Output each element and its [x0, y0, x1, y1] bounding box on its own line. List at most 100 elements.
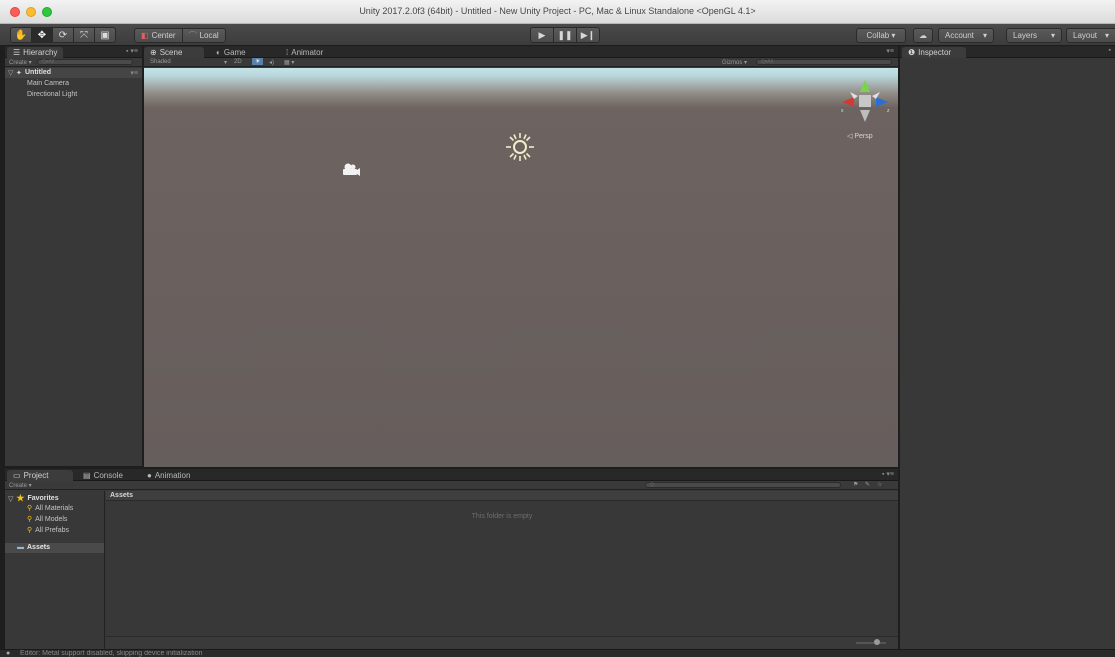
search-icon: ⚲: [27, 527, 33, 534]
assets-breadcrumb: Assets: [106, 491, 898, 501]
scene-root-row[interactable]: ▽ ✦ Untitled ▾≡: [5, 68, 142, 78]
layout-dropdown[interactable]: Layout ▾: [1066, 28, 1115, 43]
animation-icon: ●: [147, 471, 152, 480]
window-title-bar: Unity 2017.2.0f3 (64bit) - Untitled - Ne…: [0, 0, 1115, 24]
scene-menu-icon[interactable]: ▾≡: [130, 69, 138, 77]
pivot-local-button[interactable]: ⌒ Local: [181, 28, 226, 43]
inspector-tab-bar: ❶ Inspector ▪: [900, 46, 1115, 58]
filter-by-label-icon[interactable]: ✎: [865, 481, 870, 488]
rotate-tool-button[interactable]: ⟳: [52, 27, 74, 43]
assets-folder-row[interactable]: ▬ Assets: [5, 543, 104, 553]
pivot-center-label: Center: [151, 31, 176, 40]
chevron-down-icon: ▾: [224, 60, 228, 66]
panel-menu-icon[interactable]: ▪ ▾≡: [126, 47, 138, 55]
scene-toolbar: Shaded ▾ 2D ☀ ◂) ▦ ▾ Gizmos ▾ Q▾All: [144, 58, 898, 67]
tab-hierarchy[interactable]: ☰ Hierarchy: [7, 47, 64, 58]
assets-folder-label: Assets: [27, 544, 50, 551]
account-dropdown[interactable]: Account ▾: [938, 28, 994, 43]
step-icon: ▶❙: [580, 29, 596, 40]
scene-tab-bar: ⊕ Scene ◐ Game ⁞ Animator ▾≡: [144, 46, 898, 58]
favorite-all-materials[interactable]: ⚲ All Materials: [27, 504, 74, 513]
project-folder-tree: ▽ ★ Favorites ⚲ All Materials ⚲ All Mode…: [5, 491, 105, 649]
project-icon: ▭: [13, 471, 21, 480]
assets-folder-item: ▬ Assets: [17, 544, 50, 551]
favorite-all-prefabs[interactable]: ⚲ All Prefabs: [27, 526, 69, 535]
favorite-all-models[interactable]: ⚲ All Models: [27, 515, 67, 524]
hand-tool-button[interactable]: ✋: [10, 27, 32, 43]
layers-dropdown[interactable]: Layers ▾: [1006, 28, 1062, 43]
audio-toggle[interactable]: ◂): [269, 59, 274, 66]
hierarchy-create-button[interactable]: Create ▾: [9, 59, 32, 66]
tab-animator[interactable]: ⁞ Animator: [280, 47, 329, 58]
scene-viewport[interactable]: [144, 68, 898, 467]
hierarchy-panel: ☰ Hierarchy ▪ ▾≡ Create ▾ Q▾All ▽ ✦ Unti…: [5, 46, 142, 466]
lock-icon[interactable]: ▪: [1109, 47, 1111, 54]
unity-logo-icon: ✦: [16, 70, 22, 77]
icon-size-slider[interactable]: [856, 639, 886, 645]
hierarchy-item-main-camera[interactable]: Main Camera: [27, 80, 69, 87]
project-search-input[interactable]: Q: [645, 482, 841, 488]
favorites-header[interactable]: ▽ ★ Favorites: [8, 493, 59, 504]
window-title: Unity 2017.2.0f3 (64bit) - Untitled - Ne…: [359, 6, 756, 16]
status-bar: ● Editor: Metal support disabled, skippi…: [0, 649, 1115, 657]
animator-icon: ⁞: [286, 48, 289, 57]
tab-scene[interactable]: ⊕ Scene: [144, 47, 204, 58]
shading-mode-dropdown[interactable]: Shaded: [150, 59, 171, 65]
local-icon: ⌒: [188, 31, 197, 40]
mode-2d-toggle[interactable]: 2D: [234, 59, 242, 65]
layers-label: Layers: [1013, 31, 1038, 40]
favorite-item-label: All Materials: [35, 504, 74, 512]
orientation-gizmo[interactable]: x z: [838, 78, 892, 124]
animator-tab-label: Animator: [291, 48, 324, 57]
pivot-center-button[interactable]: ◧ Center: [134, 28, 183, 43]
hierarchy-toolbar: Create ▾ Q▾All: [5, 58, 142, 67]
pivot-toggles: ◧ Center ⌒ Local: [134, 28, 226, 43]
hierarchy-tab-label: Hierarchy: [23, 48, 58, 57]
scene-icon: ⊕: [150, 48, 157, 57]
step-button[interactable]: ▶❙: [576, 27, 600, 43]
scene-search-input[interactable]: Q▾All: [756, 59, 892, 65]
filter-by-type-icon[interactable]: ⚑: [853, 481, 858, 488]
main-toolbar: ✋ ✥ ⟳ ⤧ ▣ ◧ Center ⌒ Local ▶ ❚❚ ▶❙ Colla…: [0, 24, 1115, 46]
tab-console[interactable]: ▤ Console: [77, 470, 129, 481]
rect-tool-button[interactable]: ▣: [94, 27, 116, 43]
tab-animation[interactable]: ● Animation: [141, 470, 196, 481]
hand-icon: ✋: [14, 29, 28, 41]
tab-game[interactable]: ◐ Game: [210, 47, 252, 58]
tab-inspector[interactable]: ❶ Inspector: [902, 47, 966, 58]
panel-menu-icon[interactable]: ▾≡: [886, 47, 894, 55]
cloud-button[interactable]: ☁: [913, 28, 933, 43]
scale-icon: ⤧: [80, 29, 88, 41]
hierarchy-item-directional-light[interactable]: Directional Light: [27, 91, 77, 98]
console-icon: ▤: [83, 471, 91, 480]
project-panel: ▭ Project ▤ Console ● Animation ▪ ▾≡ Cre…: [5, 469, 898, 649]
animation-tab-label: Animation: [154, 471, 191, 480]
pause-button[interactable]: ❚❚: [553, 27, 577, 43]
hierarchy-search-input[interactable]: Q▾All: [37, 59, 133, 65]
collab-button[interactable]: Collab ▾: [856, 28, 906, 43]
console-tab-label: Console: [93, 471, 123, 480]
gizmos-dropdown[interactable]: Gizmos ▾: [722, 59, 747, 66]
move-tool-button[interactable]: ✥: [31, 27, 53, 43]
project-create-button[interactable]: Create ▾: [9, 482, 32, 489]
favorite-star-icon[interactable]: ☆: [877, 481, 882, 488]
scale-tool-button[interactable]: ⤧: [73, 27, 95, 43]
empty-folder-message: This folder is empty: [471, 513, 533, 520]
hierarchy-tab-bar: ☰ Hierarchy ▪ ▾≡: [5, 46, 142, 58]
assets-content-area[interactable]: This folder is empty: [106, 502, 898, 636]
directional-light-icon[interactable]: [505, 132, 535, 162]
rect-icon: ▣: [100, 29, 110, 41]
tab-project[interactable]: ▭ Project: [7, 470, 73, 481]
perspective-toggle[interactable]: ◁ Persp: [847, 132, 873, 140]
effects-dropdown[interactable]: ▦ ▾: [284, 59, 294, 66]
lighting-toggle[interactable]: ☀: [252, 58, 264, 65]
play-button[interactable]: ▶: [530, 27, 554, 43]
scene-panel-header: ⊕ Scene ◐ Game ⁞ Animator ▾≡ Shaded ▾ 2D…: [144, 46, 898, 68]
expand-arrow-icon[interactable]: ▽: [8, 69, 13, 77]
camera-gizmo-icon[interactable]: [339, 162, 361, 178]
panel-menu-icon[interactable]: ▪ ▾≡: [882, 470, 894, 478]
slider-handle[interactable]: [874, 639, 880, 645]
scene-search-placeholder: Q▾All: [761, 59, 773, 65]
status-message[interactable]: Editor: Metal support disabled, skipping…: [20, 650, 203, 657]
pause-icon: ❚❚: [557, 29, 573, 40]
